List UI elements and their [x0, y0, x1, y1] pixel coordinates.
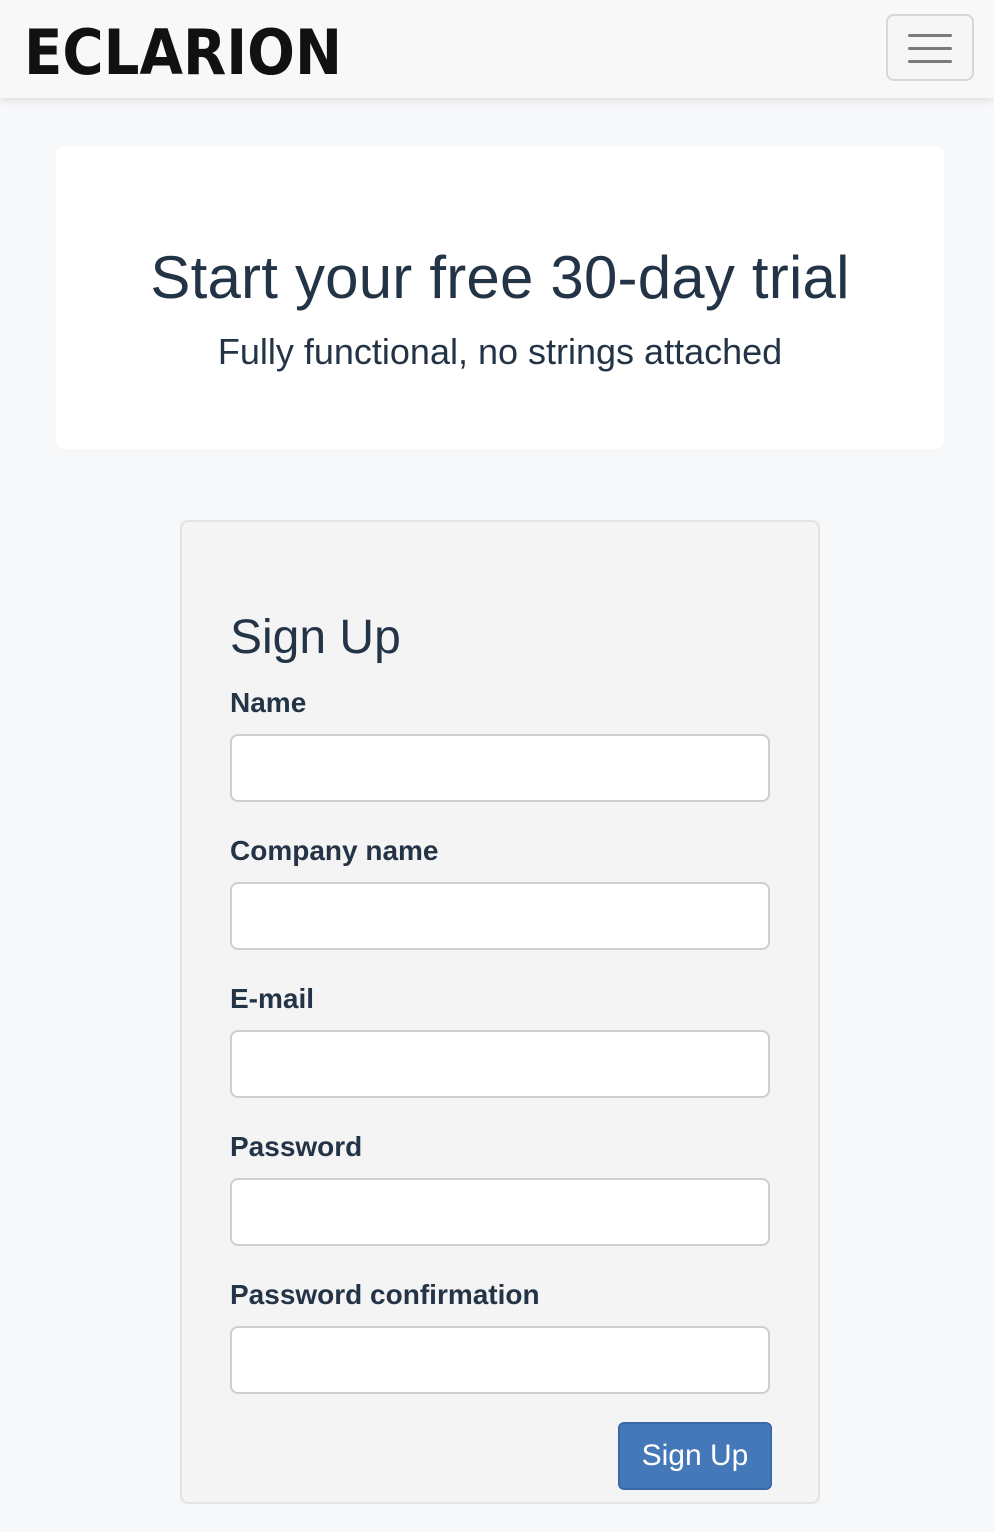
signup-form: Sign Up Name Company name E-mail Passwor… [180, 520, 820, 1504]
svg-text:ECLARION: ECLARION [24, 20, 342, 80]
menu-toggle-button[interactable] [886, 14, 974, 81]
hero-title: Start your free 30-day trial [150, 244, 850, 311]
password-confirmation-input[interactable] [230, 1326, 770, 1394]
name-input[interactable] [230, 734, 770, 802]
password-input[interactable] [230, 1178, 770, 1246]
company-name-input[interactable] [230, 882, 770, 950]
eclarion-logo[interactable]: ECLARION [24, 20, 344, 80]
sign-up-button[interactable]: Sign Up [618, 1422, 772, 1490]
email-input[interactable] [230, 1030, 770, 1098]
hamburger-menu-icon-bar [908, 60, 952, 63]
hero-subtitle: Fully functional, no strings attached [217, 331, 783, 372]
company-name-label: Company name [230, 835, 439, 866]
trial-banner: Start your free 30-day trial Fully funct… [56, 146, 944, 449]
hamburger-menu-icon [908, 34, 952, 37]
signup-title: Sign Up [230, 611, 401, 664]
name-label: Name [230, 687, 307, 718]
email-label: E-mail [230, 983, 315, 1014]
password-label: Password [230, 1131, 363, 1162]
hamburger-menu-icon-bar [908, 47, 952, 50]
password-confirmation-label: Password confirmation [230, 1279, 540, 1310]
top-navbar: ECLARION [0, 0, 994, 98]
